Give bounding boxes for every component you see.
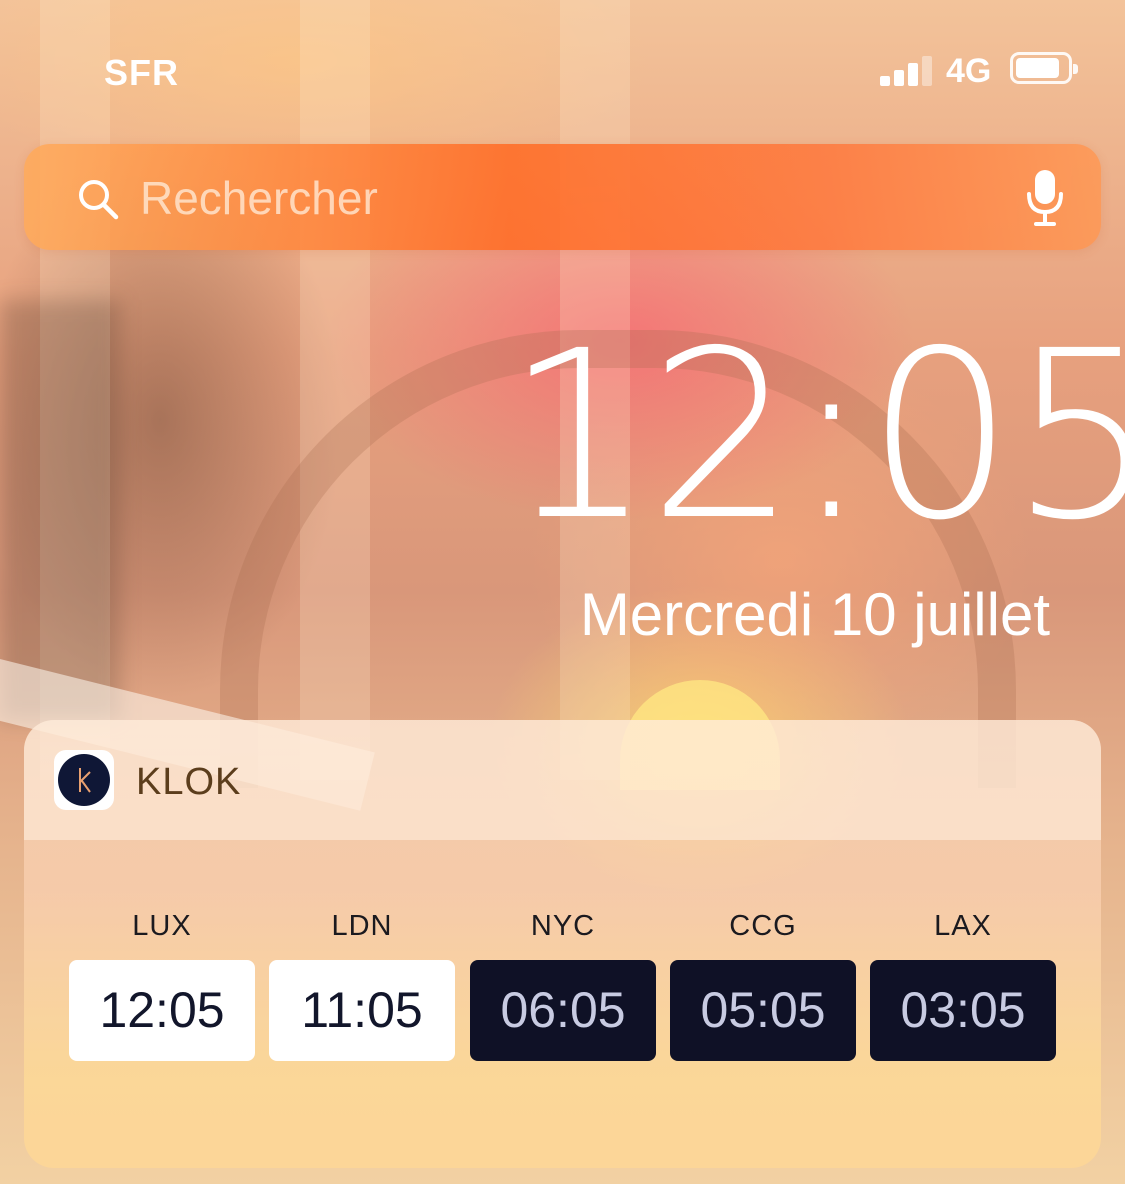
lock-screen-date: Mercredi 10 juillet [579,581,1050,648]
status-bar: SFR 4G [0,0,1125,130]
timezone-time: 12:05 [69,960,255,1061]
timezone-time: 06:05 [470,960,656,1061]
timezone-label: NYC [530,910,596,942]
carrier-name: SFR [104,52,179,93]
timezone-label: LDN [331,910,393,942]
widget-app-name: KLOK [136,761,242,803]
timezone-time: 05:05 [670,960,856,1061]
battery-level [1016,58,1059,78]
timezone-time: 03:05 [870,960,1056,1061]
signal-strength-icon [880,52,934,86]
klok-widget[interactable]: KLOK LUX 12:05 LDN 11:05 NYC 06:05 CCG 0… [24,720,1101,1168]
network-type: 4G [946,52,992,90]
klok-app-icon [54,750,114,810]
lock-screen-time: 12:05 [505,301,1125,571]
timezone-label: LAX [934,910,992,942]
timezone-label: LUX [132,910,192,942]
search-icon [79,180,119,220]
lock-screen: SFR 4G Rechercher 12:05 Mercredi 10 juil… [0,0,1125,1184]
microphone-icon[interactable] [1025,168,1065,228]
search-bar[interactable]: Rechercher [24,144,1101,250]
battery-icon [1010,52,1078,84]
widget-header: KLOK [24,720,1101,840]
search-input[interactable]: Rechercher [140,171,378,225]
timezone-label: CCG [729,910,797,942]
timezone-time: 11:05 [269,960,455,1061]
wallpaper-shadow [0,300,120,720]
